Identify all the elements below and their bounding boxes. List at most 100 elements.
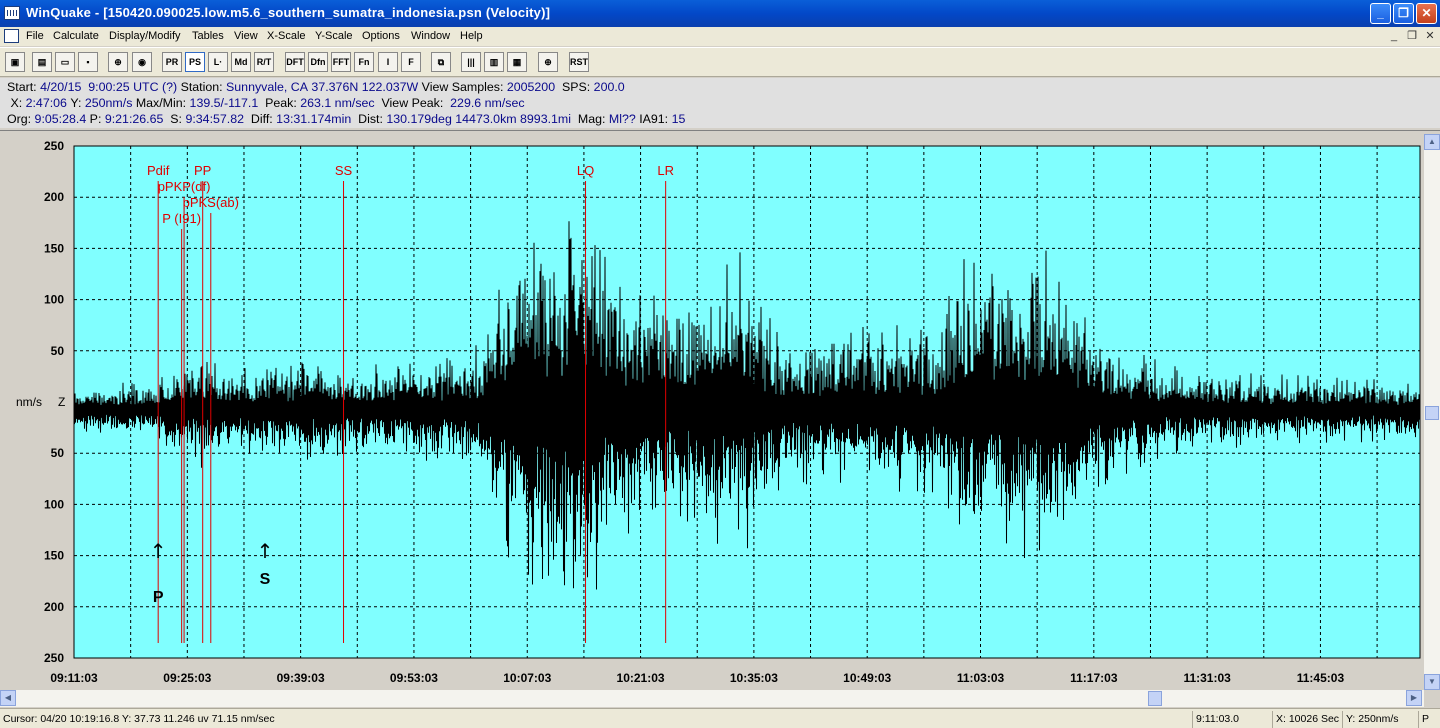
- seismograph-icon[interactable]: [4, 6, 20, 20]
- status-bar: Cursor: 04/20 10:19:16.8 Y: 37.73 11.246…: [0, 708, 1440, 728]
- close-button[interactable]: ✕: [1416, 3, 1437, 24]
- vertical-scroll-thumb[interactable]: [1425, 406, 1439, 420]
- y-tick-label: 200: [44, 190, 64, 204]
- x-tick-label: 11:45:03: [1297, 671, 1345, 685]
- minimize-button[interactable]: _: [1370, 3, 1391, 24]
- horizontal-scrollbar[interactable]: ◀ ▶: [0, 690, 1424, 707]
- mdi-close-button[interactable]: ✕: [1422, 29, 1438, 43]
- info-key: Max/Min:: [132, 96, 190, 110]
- info-value: 13:31.174min: [276, 112, 352, 126]
- menu-options[interactable]: Options: [362, 30, 400, 42]
- seismogram-chart[interactable]: 250 200 150 100 50 50 100 150 200 250 nm/s Z 09:11:0…: [0, 131, 1424, 691]
- toolbar-list-button[interactable]: ▤: [32, 52, 52, 72]
- y-tick-label: 200: [44, 600, 64, 614]
- toolbar-rst-button[interactable]: RST: [569, 52, 589, 72]
- title-bar[interactable]: WinQuake - [150420.090025.low.m5.6_south…: [0, 0, 1440, 27]
- info-key: Diff:: [244, 112, 277, 126]
- status-time: 9:11:03.0: [1192, 711, 1272, 728]
- menu-bar: File Calculate Display/Modify Tables Vie…: [0, 27, 1440, 46]
- toolbar-rt-button[interactable]: R/T: [254, 52, 274, 72]
- toolbar-bars1-button[interactable]: |||: [461, 52, 481, 72]
- x-tick-label: 10:07:03: [503, 671, 551, 685]
- info-key: Peak:: [258, 96, 301, 110]
- toolbar-bars2-button[interactable]: ▥: [484, 52, 504, 72]
- menu-help[interactable]: Help: [460, 30, 483, 42]
- vertical-scrollbar[interactable]: ▲ ▼: [1424, 134, 1440, 690]
- scroll-right-arrow-icon[interactable]: ▶: [1406, 690, 1422, 706]
- y-tick-label: 100: [44, 293, 64, 307]
- info-value: 15: [671, 112, 686, 126]
- menu-file[interactable]: File: [26, 30, 44, 42]
- horizontal-scroll-thumb[interactable]: [1148, 691, 1162, 706]
- info-key: X:: [7, 96, 26, 110]
- toolbar-pr-button[interactable]: PR: [162, 52, 182, 72]
- info-key: Org:: [7, 112, 35, 126]
- info-line-origin: Org: 9:05:28.4 P: 9:21:26.65 S: 9:34:57.…: [7, 112, 685, 126]
- mdi-restore-button[interactable]: ❐: [1404, 29, 1420, 43]
- y-unit-label: nm/s: [16, 395, 42, 409]
- info-key: View Samples:: [418, 80, 507, 94]
- info-key: P:: [86, 112, 105, 126]
- toolbar-integrate-button[interactable]: I: [378, 52, 398, 72]
- toolbar-save-button[interactable]: ▪: [78, 52, 98, 72]
- menu-calculate[interactable]: Calculate: [53, 30, 99, 42]
- menu-view[interactable]: View: [234, 30, 258, 42]
- menu-window[interactable]: Window: [411, 30, 450, 42]
- toolbar-ls-button[interactable]: L·: [208, 52, 228, 72]
- toolbar-print-button[interactable]: ▭: [55, 52, 75, 72]
- phase-label: LR: [657, 163, 674, 178]
- x-tick-label: 09:53:03: [390, 671, 438, 685]
- info-key: Station:: [177, 80, 227, 94]
- info-value: Sunnyvale, CA 37.376N 122.037W: [226, 80, 419, 94]
- x-tick-label: 10:49:03: [843, 671, 891, 685]
- toolbar-filter-button[interactable]: F: [401, 52, 421, 72]
- maximize-button[interactable]: ❐: [1393, 3, 1414, 24]
- document-icon[interactable]: [4, 29, 19, 43]
- info-key: SPS:: [555, 80, 594, 94]
- toolbar-dft-button[interactable]: DFT: [285, 52, 305, 72]
- info-value: Ml??: [608, 112, 636, 126]
- toolbar-copy-button[interactable]: ⧉: [431, 52, 451, 72]
- info-value: 9:05:28.4: [34, 112, 87, 126]
- x-tick-label: 11:03:03: [957, 671, 1005, 685]
- toolbar-fn-button[interactable]: Fn: [354, 52, 374, 72]
- pick-label-p: P: [153, 589, 164, 606]
- info-value: 4/20/15 9:00:25 UTC (?): [40, 80, 178, 94]
- toolbar-ps-button[interactable]: PS: [185, 52, 205, 72]
- toolbar-open-button[interactable]: ▣: [5, 52, 25, 72]
- phase-label: PP: [194, 163, 211, 178]
- menu-display-modify[interactable]: Display/Modify: [109, 30, 181, 42]
- toolbar-zoom-in-button[interactable]: ⊕: [108, 52, 128, 72]
- status-mode: P: [1418, 711, 1440, 728]
- info-value: 2005200: [506, 80, 556, 94]
- info-key: IA91:: [635, 112, 672, 126]
- toolbar-md-button[interactable]: Md: [231, 52, 251, 72]
- menu-tables[interactable]: Tables: [192, 30, 224, 42]
- info-line-readout: X: 2:47:06 Y: 250nm/s Max/Min: 139.5/-11…: [7, 96, 524, 110]
- y-tick-label: 150: [44, 241, 64, 255]
- mdi-minimize-button[interactable]: _: [1386, 29, 1402, 43]
- phase-label: Pdif: [147, 163, 170, 178]
- phase-label: pPKS(ab): [183, 195, 239, 210]
- info-value: 200.0: [593, 80, 625, 94]
- x-tick-label: 09:11:03: [50, 671, 98, 685]
- info-key: Mag:: [571, 112, 609, 126]
- menu-x-scale[interactable]: X-Scale: [267, 30, 306, 42]
- toolbar-record-button[interactable]: ◉: [132, 52, 152, 72]
- toolbar-fft-button[interactable]: FFT: [331, 52, 351, 72]
- scroll-up-arrow-icon[interactable]: ▲: [1424, 134, 1440, 150]
- toolbar-locate-button[interactable]: ⊕: [538, 52, 558, 72]
- info-key: Y:: [66, 96, 85, 110]
- info-key: Start:: [7, 80, 41, 94]
- phase-label: pPKP(df): [158, 179, 211, 194]
- x-tick-label: 09:25:03: [163, 671, 211, 685]
- winquake-window: WinQuake - [150420.090025.low.m5.6_south…: [0, 0, 1440, 728]
- toolbar-bars3-button[interactable]: ▦: [507, 52, 527, 72]
- pick-arrow-icon: ↑: [257, 539, 274, 563]
- scroll-left-arrow-icon[interactable]: ◀: [0, 690, 16, 706]
- status-cursor: Cursor: 04/20 10:19:16.8 Y: 37.73 11.246…: [3, 713, 275, 725]
- scroll-down-arrow-icon[interactable]: ▼: [1424, 674, 1440, 690]
- menu-y-scale[interactable]: Y-Scale: [315, 30, 353, 42]
- pick-label-s: S: [260, 571, 271, 588]
- toolbar-dfn-button[interactable]: Dfn: [308, 52, 328, 72]
